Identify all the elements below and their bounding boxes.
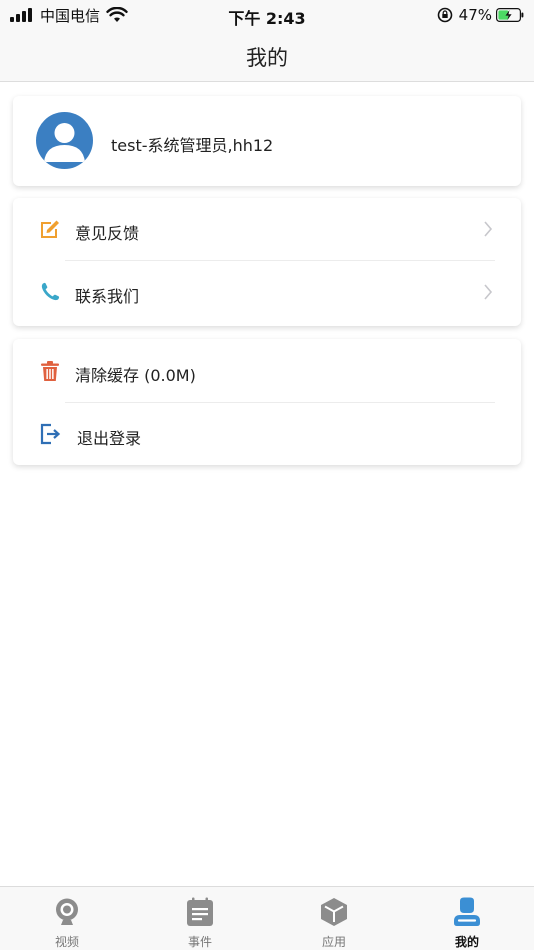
tab-events[interactable]: 事件 bbox=[133, 887, 267, 950]
nav-header: 我的 bbox=[0, 30, 534, 82]
menu-item-label: 意见反馈 bbox=[75, 224, 140, 243]
tab-label: 我的 bbox=[454, 935, 479, 949]
profile-card[interactable]: test-系统管理员,hh12 bbox=[13, 96, 521, 186]
menu-item-feedback[interactable]: 意见反馈 bbox=[13, 198, 521, 260]
logout-icon bbox=[40, 423, 61, 445]
tab-bar: 视频 事件 应用 我的 bbox=[0, 886, 534, 950]
camera-icon bbox=[56, 898, 78, 925]
trash-icon bbox=[41, 361, 59, 381]
status-right: 47% bbox=[437, 5, 524, 25]
menu-item-logout[interactable]: 退出登录 bbox=[13, 403, 521, 465]
chevron-right-icon bbox=[484, 221, 493, 237]
battery-icon bbox=[496, 8, 524, 22]
tab-mine[interactable]: 我的 bbox=[400, 887, 534, 950]
profile-name: test-系统管理员,hh12 bbox=[111, 136, 274, 155]
tab-video[interactable]: 视频 bbox=[0, 887, 134, 950]
status-bar: 中国电信 下午 2:43 47% bbox=[0, 0, 534, 30]
menu-item-clear-cache[interactable]: 清除缓存 (0.0M) bbox=[13, 340, 521, 402]
page-title: 我的 bbox=[246, 46, 288, 70]
menu-item-label: 清除缓存 (0.0M) bbox=[75, 366, 196, 385]
tab-label: 视频 bbox=[54, 935, 79, 949]
chevron-right-icon bbox=[484, 284, 493, 300]
avatar bbox=[36, 112, 93, 169]
user-avatar-icon bbox=[44, 123, 85, 162]
cube-icon bbox=[321, 898, 347, 926]
tab-apps[interactable]: 应用 bbox=[267, 887, 401, 950]
edit-icon bbox=[41, 220, 59, 238]
rotation-lock-icon bbox=[437, 7, 452, 23]
user-icon bbox=[454, 897, 480, 926]
battery-percent: 47% bbox=[458, 6, 492, 24]
tab-label: 应用 bbox=[321, 935, 346, 949]
menu-item-label: 联系我们 bbox=[75, 287, 140, 306]
menu-item-label: 退出登录 bbox=[77, 429, 142, 448]
menu-group-help: 意见反馈 联系我们 bbox=[13, 198, 521, 326]
tab-label: 事件 bbox=[187, 935, 212, 949]
menu-group-account: 清除缓存 (0.0M) 退出登录 bbox=[13, 339, 521, 465]
phone-icon bbox=[41, 282, 60, 301]
clipboard-icon bbox=[187, 897, 213, 926]
menu-item-contact[interactable]: 联系我们 bbox=[13, 261, 521, 323]
